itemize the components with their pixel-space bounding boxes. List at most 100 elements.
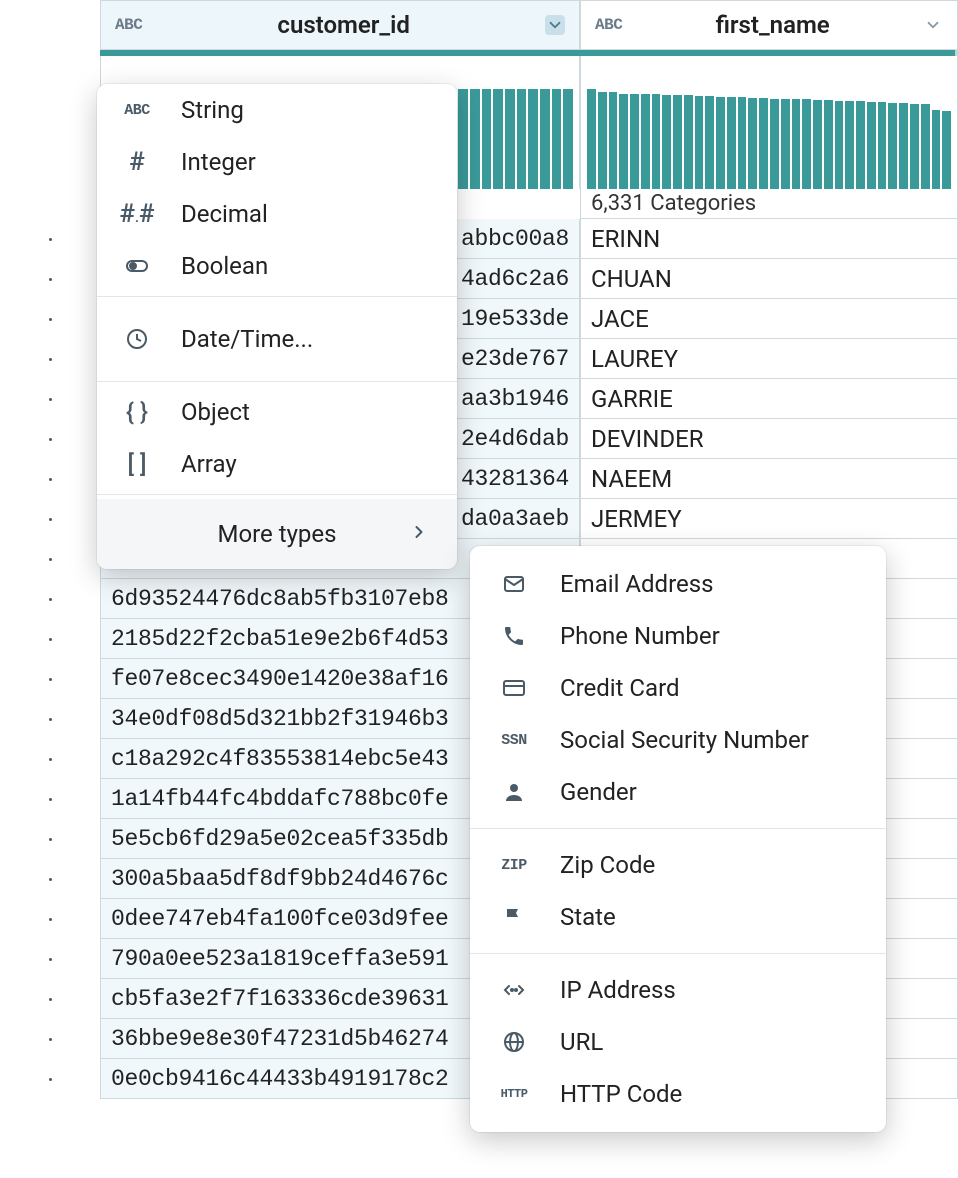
http-icon: HTTP — [498, 1087, 530, 1101]
row-handle[interactable] — [0, 1059, 100, 1099]
histogram-bar — [738, 97, 747, 189]
histogram-bar — [899, 103, 908, 189]
type-option-ip[interactable]: IP Address — [470, 964, 886, 1016]
row-handle[interactable] — [0, 779, 100, 819]
histogram-bar — [563, 89, 573, 189]
row-handle[interactable] — [0, 419, 100, 459]
cell-first-name[interactable]: JERMEY — [580, 499, 958, 539]
row-handle[interactable] — [0, 1019, 100, 1059]
type-menu: ABC String # Integer #.# Decimal Boolean… — [97, 84, 457, 569]
type-option-datetime[interactable]: Date/Time... — [97, 301, 457, 377]
column-header-first-name[interactable]: ABC first_name — [580, 0, 958, 50]
menu-item-label: Integer — [181, 148, 256, 176]
histogram-bar — [727, 97, 736, 189]
histogram-bar — [921, 104, 930, 189]
row-handle[interactable] — [0, 739, 100, 779]
type-option-decimal[interactable]: #.# Decimal — [97, 188, 457, 240]
type-option-object[interactable]: { } Object — [97, 386, 457, 438]
type-option-email[interactable]: Email Address — [470, 558, 886, 610]
chevron-down-icon[interactable] — [923, 15, 943, 35]
histogram-bar — [458, 89, 468, 189]
chevron-right-icon — [409, 520, 429, 548]
cell-first-name[interactable]: NAEEM — [580, 459, 958, 499]
menu-separator — [470, 828, 886, 829]
flag-icon — [498, 905, 530, 929]
row-handle[interactable] — [0, 819, 100, 859]
type-option-boolean[interactable]: Boolean — [97, 240, 457, 292]
row-handle[interactable] — [0, 899, 100, 939]
histogram-bar — [540, 89, 550, 189]
menu-item-label: Object — [181, 398, 250, 426]
type-option-ssn[interactable]: SSN Social Security Number — [470, 714, 886, 766]
more-types-item[interactable]: More types — [97, 499, 457, 569]
histogram-bar — [824, 100, 833, 189]
histogram-first-name[interactable] — [580, 56, 958, 189]
row-handle[interactable] — [0, 979, 100, 1019]
histogram-bar — [609, 92, 618, 189]
chevron-down-icon[interactable] — [545, 15, 565, 35]
histogram-bar — [619, 94, 628, 189]
row-handle[interactable] — [0, 619, 100, 659]
histogram-bar — [792, 99, 801, 189]
row-handle[interactable] — [0, 939, 100, 979]
row-handle[interactable] — [0, 259, 100, 299]
row-handle[interactable] — [0, 859, 100, 899]
row-handle[interactable] — [0, 459, 100, 499]
type-option-creditcard[interactable]: Credit Card — [470, 662, 886, 714]
type-option-phone[interactable]: Phone Number — [470, 610, 886, 662]
type-option-url[interactable]: URL — [470, 1016, 886, 1068]
menu-item-label: Email Address — [560, 570, 714, 598]
type-option-array[interactable]: [ ] Array — [97, 438, 457, 490]
row-handle[interactable] — [0, 379, 100, 419]
type-option-zip[interactable]: ZIP Zip Code — [470, 839, 886, 891]
row-handle[interactable] — [0, 539, 100, 579]
menu-item-label: State — [560, 903, 616, 931]
type-option-httpcode[interactable]: HTTP HTTP Code — [470, 1068, 886, 1120]
histogram-bar — [673, 95, 682, 189]
histogram-bar — [867, 102, 876, 189]
menu-item-label: Array — [181, 450, 237, 478]
categories-label: 6,331 Categories — [580, 189, 958, 219]
histogram-bar — [517, 89, 527, 189]
type-badge: ABC — [595, 16, 622, 34]
column-header-customer-id[interactable]: ABC customer_id — [100, 0, 580, 50]
cell-first-name[interactable]: LAUREY — [580, 339, 958, 379]
type-option-string[interactable]: ABC String — [97, 84, 457, 136]
histogram-bar — [587, 89, 596, 189]
histogram-bar — [695, 96, 704, 189]
hash-icon: # — [121, 147, 153, 177]
cell-first-name[interactable]: CHUAN — [580, 259, 958, 299]
row-handle[interactable] — [0, 699, 100, 739]
histogram-bar — [482, 89, 492, 189]
row-handle[interactable] — [0, 299, 100, 339]
row-handle[interactable] — [0, 659, 100, 699]
row-handle[interactable] — [0, 339, 100, 379]
cell-first-name[interactable]: JACE — [580, 299, 958, 339]
row-handle[interactable] — [0, 219, 100, 259]
histogram-bar — [748, 98, 757, 189]
braces-icon: { } — [121, 398, 153, 426]
menu-item-label: Decimal — [181, 200, 268, 228]
ssn-icon: SSN — [498, 732, 530, 749]
brackets-icon: [ ] — [121, 450, 153, 478]
histogram-bar — [802, 99, 811, 189]
histogram-bar — [662, 95, 671, 189]
more-types-submenu: Email Address Phone Number Credit Card S… — [470, 546, 886, 1132]
type-option-gender[interactable]: Gender — [470, 766, 886, 818]
menu-item-label: String — [181, 96, 244, 124]
histogram-bar — [835, 101, 844, 189]
menu-item-label: Zip Code — [560, 851, 655, 879]
person-icon — [498, 780, 530, 804]
histogram-bar — [932, 110, 941, 189]
type-badge: ABC — [115, 16, 142, 34]
cell-first-name[interactable]: GARRIE — [580, 379, 958, 419]
row-handle[interactable] — [0, 499, 100, 539]
row-handle[interactable] — [0, 579, 100, 619]
zip-icon: ZIP — [498, 857, 530, 874]
cell-first-name[interactable]: DEVINDER — [580, 419, 958, 459]
cell-first-name[interactable]: ERINN — [580, 219, 958, 259]
type-option-state[interactable]: State — [470, 891, 886, 943]
histogram-bar — [781, 99, 790, 189]
menu-item-label: IP Address — [560, 976, 676, 1004]
type-option-integer[interactable]: # Integer — [97, 136, 457, 188]
